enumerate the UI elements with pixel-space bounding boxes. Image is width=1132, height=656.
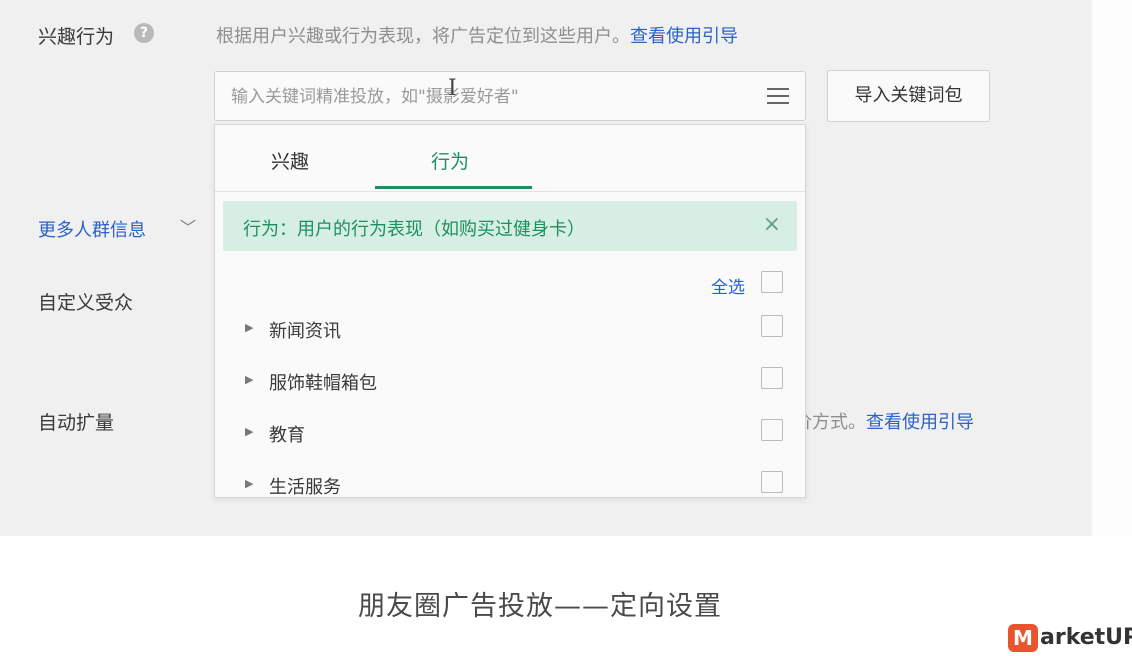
- category-checkbox[interactable]: [761, 315, 783, 337]
- text-cursor-icon: I: [448, 76, 457, 101]
- more-audience-info-link[interactable]: 更多人群信息: [38, 216, 146, 242]
- right-margin: [1092, 0, 1132, 536]
- chevron-down-icon[interactable]: ﹀: [180, 214, 196, 238]
- figure-caption: 朋友圈广告投放——定向设置: [358, 591, 722, 622]
- active-tab-indicator: [375, 186, 532, 189]
- interest-behavior-dropdown: 兴趣 行为 行为：用户的行为表现（如购买过健身卡） × 全选 ▶ 新闻资讯 ▶ …: [214, 124, 806, 498]
- interest-hint: 根据用户兴趣或行为表现，将广告定位到这些用户。查看使用引导: [216, 22, 738, 48]
- select-all-checkbox[interactable]: [761, 271, 783, 293]
- category-checkbox[interactable]: [761, 471, 783, 493]
- tab-behavior[interactable]: 行为: [431, 147, 469, 174]
- list-menu-icon[interactable]: [767, 88, 789, 106]
- caret-right-icon[interactable]: ▶: [245, 373, 253, 386]
- caret-right-icon[interactable]: ▶: [245, 425, 253, 438]
- category-checkbox[interactable]: [761, 367, 783, 389]
- interest-behavior-label: 兴趣行为: [38, 26, 115, 48]
- auto-expand-label: 自动扩量: [38, 412, 115, 434]
- category-row[interactable]: ▶ 服饰鞋帽箱包: [215, 365, 805, 405]
- interest-guide-link[interactable]: 查看使用引导: [630, 26, 738, 47]
- category-row[interactable]: ▶ 生活服务: [215, 469, 805, 498]
- category-label: 服饰鞋帽箱包: [269, 373, 377, 394]
- caret-right-icon[interactable]: ▶: [245, 477, 253, 490]
- auto-expand-hint: 价方式。查看使用引导: [794, 408, 974, 434]
- help-icon[interactable]: ?: [134, 23, 154, 43]
- keyword-search-box[interactable]: [214, 71, 806, 121]
- category-row[interactable]: ▶ 新闻资讯: [215, 313, 805, 353]
- category-checkbox[interactable]: [761, 419, 783, 441]
- keyword-search-input[interactable]: [229, 82, 753, 112]
- tab-interest[interactable]: 兴趣: [271, 147, 309, 174]
- notice-text: 行为：用户的行为表现（如购买过健身卡）: [243, 219, 585, 240]
- category-row[interactable]: ▶ 教育: [215, 417, 805, 457]
- custom-audience-label: 自定义受众: [38, 292, 134, 314]
- category-label: 生活服务: [269, 477, 341, 498]
- marketup-logo-mark: M: [1008, 624, 1038, 652]
- import-keyword-pack-button[interactable]: 导入关键词包: [827, 70, 990, 122]
- category-label: 教育: [269, 425, 305, 446]
- select-all-label[interactable]: 全选: [711, 273, 745, 298]
- auto-expand-guide-link[interactable]: 查看使用引导: [866, 412, 974, 433]
- close-icon[interactable]: ×: [763, 212, 781, 237]
- category-label: 新闻资讯: [269, 321, 341, 342]
- caret-right-icon[interactable]: ▶: [245, 321, 253, 334]
- behavior-notice: 行为：用户的行为表现（如购买过健身卡） ×: [223, 201, 797, 251]
- dropdown-tabs: 兴趣 行为: [215, 125, 805, 192]
- screenshot-area: 兴趣行为 ? 根据用户兴趣或行为表现，将广告定位到这些用户。查看使用引导 I 导…: [0, 0, 1092, 536]
- marketup-logo-text: arketUP: [1040, 625, 1132, 650]
- interest-hint-text: 根据用户兴趣或行为表现，将广告定位到这些用户。: [216, 26, 630, 47]
